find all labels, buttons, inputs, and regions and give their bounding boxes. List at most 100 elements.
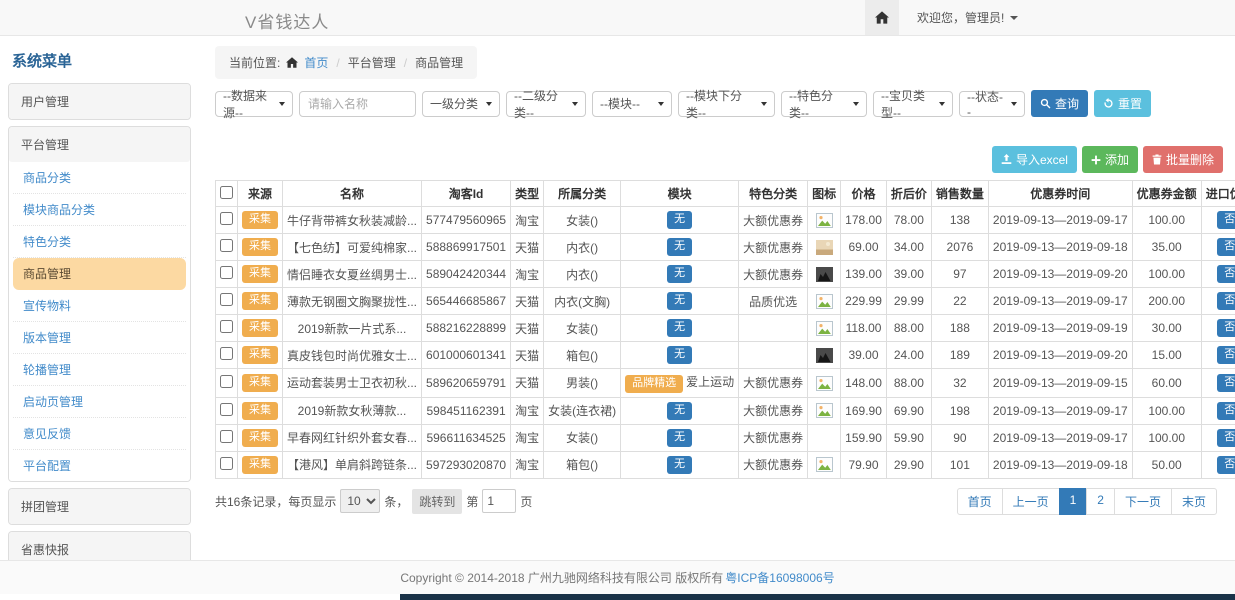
broken-image-icon — [816, 376, 833, 391]
row-checkbox[interactable] — [220, 320, 233, 333]
source-badge: 采集 — [242, 429, 278, 447]
type-cell: 天猫 — [511, 369, 544, 398]
chevron-down-icon — [853, 102, 859, 106]
feature-cell: 大额优惠券 — [739, 424, 808, 451]
filter-select[interactable]: --状态-- — [959, 91, 1025, 117]
sales-cell: 97 — [931, 261, 988, 288]
import-select-badge[interactable]: 否 — [1217, 374, 1235, 392]
feature-cell: 品质优选 — [739, 288, 808, 315]
chevron-down-icon — [486, 102, 492, 106]
row-checkbox[interactable] — [220, 239, 233, 252]
user-menu[interactable]: 欢迎您，管理员! — [899, 0, 1036, 35]
sidebar-subitem[interactable]: 商品分类 — [13, 162, 186, 194]
pagination-item[interactable]: 末页 — [1171, 488, 1217, 515]
sidebar-subitem[interactable]: 轮播管理 — [13, 354, 186, 386]
pagination-item[interactable]: 1 — [1059, 488, 1088, 515]
breadcrumb-separator: / — [402, 56, 409, 70]
breadcrumb: 当前位置: 首页 / 平台管理 / 商品管理 — [215, 46, 477, 79]
sidebar-subitem[interactable]: 宣传物料 — [13, 290, 186, 322]
checkbox-cell — [216, 288, 238, 315]
thumbnail-cell — [808, 451, 841, 478]
import-select-badge[interactable]: 否 — [1217, 238, 1235, 256]
sales-cell: 189 — [931, 342, 988, 369]
select-all-checkbox[interactable] — [220, 186, 233, 199]
import-select-badge[interactable]: 否 — [1217, 292, 1235, 310]
filter-select[interactable]: --二级分类-- — [506, 91, 586, 117]
sidebar-subitem[interactable]: 版本管理 — [13, 322, 186, 354]
import-select-cell: 否 — [1201, 397, 1235, 424]
home-button[interactable] — [865, 0, 899, 35]
coupon-time-cell: 2019-09-13—2019-09-18 — [988, 234, 1132, 261]
filter-select[interactable]: --模块-- — [592, 91, 672, 117]
filter-select[interactable]: 一级分类 — [422, 91, 500, 117]
batch-delete-button[interactable]: 批量删除 — [1143, 146, 1223, 173]
pagination-item[interactable]: 上一页 — [1002, 488, 1060, 515]
import-select-badge[interactable]: 否 — [1217, 319, 1235, 337]
source-cell: 采集 — [238, 369, 283, 398]
per-page-select[interactable]: 10 — [340, 489, 380, 513]
filter-select-value: --宝贝类型-- — [881, 87, 934, 121]
coupon-time-cell: 2019-09-13—2019-09-17 — [988, 397, 1132, 424]
sidebar-group[interactable]: 省惠快报 — [9, 532, 190, 560]
row-checkbox[interactable] — [220, 430, 233, 443]
search-button[interactable]: 查询 — [1031, 90, 1088, 117]
feature-cell — [739, 315, 808, 342]
sidebar-subitem[interactable]: 平台配置 — [13, 450, 186, 481]
import-excel-button[interactable]: 导入excel — [992, 146, 1077, 173]
sidebar-subitem[interactable]: 特色分类 — [13, 226, 186, 258]
icp-link[interactable]: 粤ICP备16098006号 — [725, 569, 834, 586]
reset-button[interactable]: 重置 — [1094, 90, 1151, 117]
sidebar-group[interactable]: 平台管理 — [9, 127, 190, 162]
source-cell: 采集 — [238, 424, 283, 451]
product-name-input[interactable] — [299, 91, 416, 117]
column-header: 模块 — [621, 181, 739, 207]
discount-price-cell: 78.00 — [886, 207, 931, 234]
pagination-controls: 首页上一页12下一页末页 — [957, 488, 1217, 515]
filter-select[interactable]: --模块下分类-- — [678, 91, 775, 117]
sidebar-subitem[interactable]: 启动页管理 — [13, 386, 186, 418]
sidebar-group[interactable]: 拼团管理 — [9, 489, 190, 524]
source-cell: 采集 — [238, 288, 283, 315]
photo-icon — [816, 240, 833, 255]
import-select-badge[interactable]: 否 — [1217, 429, 1235, 447]
import-select-badge[interactable]: 否 — [1217, 402, 1235, 420]
import-select-badge[interactable]: 否 — [1217, 456, 1235, 474]
column-header: 进口优选 — [1201, 181, 1235, 207]
row-checkbox[interactable] — [220, 347, 233, 360]
import-select-badge[interactable]: 否 — [1217, 211, 1235, 229]
pagination-item[interactable]: 2 — [1086, 488, 1115, 515]
source-cell: 采集 — [238, 234, 283, 261]
row-checkbox[interactable] — [220, 293, 233, 306]
sidebar-subitem[interactable]: 模块商品分类 — [13, 194, 186, 226]
sidebar-subitem[interactable]: 商品管理 — [13, 258, 186, 290]
import-select-badge[interactable]: 否 — [1217, 346, 1235, 364]
upload-icon — [1001, 154, 1012, 165]
name-cell: 2019新款女秋薄款... — [283, 397, 422, 424]
filter-select[interactable]: --数据来源-- — [215, 91, 293, 117]
filter-select[interactable]: --特色分类-- — [781, 91, 867, 117]
jump-page-input[interactable] — [482, 489, 516, 513]
pagination-item[interactable]: 下一页 — [1114, 488, 1172, 515]
import-select-cell: 否 — [1201, 288, 1235, 315]
module-badge: 无 — [667, 429, 692, 447]
add-button[interactable]: 添加 — [1082, 146, 1138, 173]
filter-select[interactable]: --宝贝类型-- — [873, 91, 953, 117]
coupon-time-cell: 2019-09-13—2019-09-17 — [988, 424, 1132, 451]
sidebar-subitem[interactable]: 意见反馈 — [13, 418, 186, 450]
sidebar-group[interactable]: 用户管理 — [9, 84, 190, 119]
type-cell: 天猫 — [511, 288, 544, 315]
import-select-badge[interactable]: 否 — [1217, 265, 1235, 283]
breadcrumb-home-link[interactable]: 首页 — [304, 54, 328, 71]
row-checkbox[interactable] — [220, 212, 233, 225]
pagination-summary: 共16条记录，每页显示 10 条， 跳转到 第 页 — [215, 489, 532, 514]
source-cell: 采集 — [238, 342, 283, 369]
row-checkbox[interactable] — [220, 457, 233, 470]
row-checkbox[interactable] — [220, 266, 233, 279]
row-checkbox[interactable] — [220, 375, 233, 388]
jump-button[interactable]: 跳转到 — [412, 489, 462, 514]
table-row: 采集【港风】单肩斜跨链条...597293020870淘宝箱包()无大额优惠券7… — [216, 451, 1235, 478]
column-header: 价格 — [841, 181, 887, 207]
pagination-item[interactable]: 首页 — [957, 488, 1003, 515]
row-checkbox[interactable] — [220, 403, 233, 416]
bottom-strip — [400, 594, 1235, 600]
